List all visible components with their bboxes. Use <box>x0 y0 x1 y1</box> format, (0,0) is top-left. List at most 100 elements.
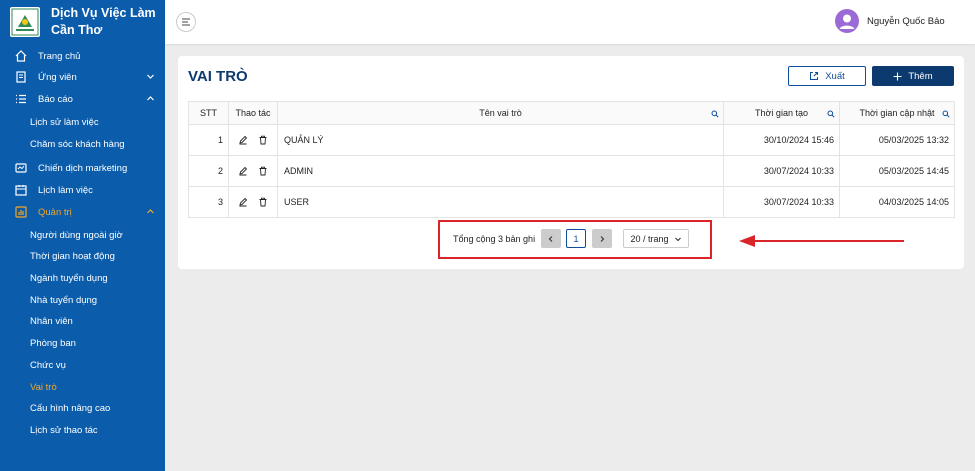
sidebar-item-employers[interactable]: Nhà tuyển dụng <box>0 290 165 310</box>
sidebar-item-industries[interactable]: Ngành tuyển dụng <box>0 268 165 288</box>
sidebar-item-label: Vai trò <box>30 381 57 393</box>
search-icon[interactable] <box>942 110 950 118</box>
sidebar-item-label: Nhân viên <box>30 315 73 327</box>
sidebar-item-label: Chiến dịch marketing <box>38 162 128 174</box>
column-header-actions: Thao tác <box>228 101 278 125</box>
sidebar-item-label: Thời gian hoạt động <box>30 250 115 262</box>
avatar[interactable] <box>835 9 859 33</box>
sidebar-item-label: Lịch sử làm việc <box>30 116 99 128</box>
campaign-icon <box>15 163 27 173</box>
column-header-created[interactable]: Thời gian tạo <box>723 101 840 125</box>
chevron-down-icon <box>674 237 681 241</box>
column-header-role-name[interactable]: Tên vai trò <box>277 101 724 125</box>
sidebar-item-operating-time[interactable]: Thời gian hoạt động <box>0 246 165 266</box>
sidebar-item-after-hours-users[interactable]: Người dùng ngoài giờ <box>0 225 165 245</box>
next-page-button[interactable] <box>592 229 612 248</box>
cell-stt: 2 <box>188 155 229 187</box>
edit-icon[interactable] <box>238 166 248 176</box>
delete-icon[interactable] <box>258 135 268 145</box>
brand: Dịch Vụ Việc Làm Cần Thơ <box>0 0 165 44</box>
logo <box>10 7 40 37</box>
sidebar-item-positions[interactable]: Chức vụ <box>0 355 165 375</box>
cell-updated: 04/03/2025 14:05 <box>839 186 955 218</box>
resume-icon <box>16 71 26 83</box>
current-page-button[interactable]: 1 <box>566 229 586 248</box>
add-role-button[interactable]: Thêm <box>872 66 954 86</box>
cell-stt: 1 <box>188 124 229 156</box>
sidebar-item-label: Quản trị <box>38 206 72 218</box>
page-title: VAI TRÒ <box>188 68 248 85</box>
sidebar-item-departments[interactable]: Phòng ban <box>0 333 165 353</box>
cell-updated: 05/03/2025 14:45 <box>839 155 955 187</box>
sidebar-item-work-history[interactable]: Lịch sử làm việc <box>0 112 165 132</box>
search-icon[interactable] <box>827 110 835 118</box>
table-row: 1 QUẢN LÝ 30/10/2024 15:46 05/03/2025 13… <box>188 124 955 156</box>
roles-table: STT Thao tác Tên vai trò Thời gian tạo T… <box>188 101 955 218</box>
column-header-label: Thời gian tạo <box>755 108 808 118</box>
column-header-updated[interactable]: Thời gian cập nhật <box>839 101 955 125</box>
annotation-arrow-icon <box>739 235 904 247</box>
column-header-stt: STT <box>188 101 229 125</box>
sidebar-item-label: Lịch làm việc <box>38 184 93 196</box>
sidebar-item-advanced-config[interactable]: Cấu hình nâng cao <box>0 398 165 418</box>
export-label: Xuất <box>825 70 845 82</box>
chevron-up-icon <box>147 96 154 101</box>
list-icon <box>16 94 26 104</box>
cell-actions <box>228 186 278 218</box>
sidebar-item-label: Cấu hình nâng cao <box>30 402 111 414</box>
cell-updated: 05/03/2025 13:32 <box>839 124 955 156</box>
add-label: Thêm <box>908 70 933 82</box>
sidebar-item-candidates[interactable]: Ứng viên <box>0 67 165 87</box>
cell-created: 30/07/2024 10:33 <box>723 186 840 218</box>
edit-icon[interactable] <box>238 135 248 145</box>
sidebar-item-label: Chăm sóc khách hàng <box>30 138 125 150</box>
table-header-row: STT Thao tác Tên vai trò Thời gian tạo T… <box>188 101 955 125</box>
cell-stt: 3 <box>188 186 229 218</box>
sidebar-item-customer-care[interactable]: Chăm sóc khách hàng <box>0 134 165 154</box>
menu-toggle-button[interactable] <box>176 12 196 32</box>
cell-created: 30/10/2024 15:46 <box>723 124 840 156</box>
export-icon <box>810 72 819 80</box>
sidebar-item-label: Ứng viên <box>38 71 77 83</box>
sidebar-item-admin[interactable]: Quản trị <box>0 202 165 222</box>
column-header-label: Thời gian cập nhật <box>859 108 935 118</box>
page-size-select[interactable]: 20 / trang <box>623 229 689 248</box>
chevron-up-icon <box>147 209 154 214</box>
home-icon <box>15 50 27 62</box>
sidebar-item-reports[interactable]: Báo cáo <box>0 89 165 109</box>
chevron-right-icon <box>600 235 605 242</box>
cell-actions <box>228 124 278 156</box>
chevron-down-icon <box>147 74 154 79</box>
sidebar-item-action-history[interactable]: Lịch sử thao tác <box>0 420 165 440</box>
cell-role-name: USER <box>277 186 724 218</box>
table-row: 2 ADMIN 30/07/2024 10:33 05/03/2025 14:4… <box>188 155 955 187</box>
cell-created: 30/07/2024 10:33 <box>723 155 840 187</box>
cell-role-name: ADMIN <box>277 155 724 187</box>
user-name[interactable]: Nguyễn Quốc Bảo <box>867 16 945 27</box>
delete-icon[interactable] <box>258 166 268 176</box>
brand-title: Dịch Vụ Việc Làm Cần Thơ <box>51 6 156 37</box>
export-button[interactable]: Xuất <box>788 66 866 86</box>
search-icon[interactable] <box>711 110 719 118</box>
sidebar-item-roles[interactable]: Vai trò <box>0 377 165 397</box>
edit-icon[interactable] <box>238 197 248 207</box>
chevron-left-icon <box>548 235 553 242</box>
user-icon <box>839 14 855 29</box>
sidebar-item-label: Ngành tuyển dụng <box>30 272 108 284</box>
admin-icon <box>15 206 27 218</box>
plus-icon <box>893 72 902 80</box>
sidebar-item-label: Người dùng ngoài giờ <box>30 229 123 241</box>
delete-icon[interactable] <box>258 197 268 207</box>
sidebar-item-staff[interactable]: Nhân viên <box>0 311 165 331</box>
sidebar-item-label: Nhà tuyển dụng <box>30 294 98 306</box>
sidebar-item-marketing[interactable]: Chiến dịch marketing <box>0 158 165 178</box>
page-size-value: 20 / trang <box>630 233 669 244</box>
sidebar-item-label: Trang chủ <box>38 50 81 62</box>
sidebar-item-work-schedule[interactable]: Lịch làm việc <box>0 180 165 200</box>
sidebar-item-home[interactable]: Trang chủ <box>0 46 165 66</box>
table-row: 3 USER 30/07/2024 10:33 04/03/2025 14:05 <box>188 186 955 218</box>
sidebar-item-label: Chức vụ <box>30 359 66 371</box>
topbar: Nguyễn Quốc Bảo <box>165 0 975 44</box>
cell-role-name: QUẢN LÝ <box>277 124 724 156</box>
prev-page-button[interactable] <box>541 229 561 248</box>
